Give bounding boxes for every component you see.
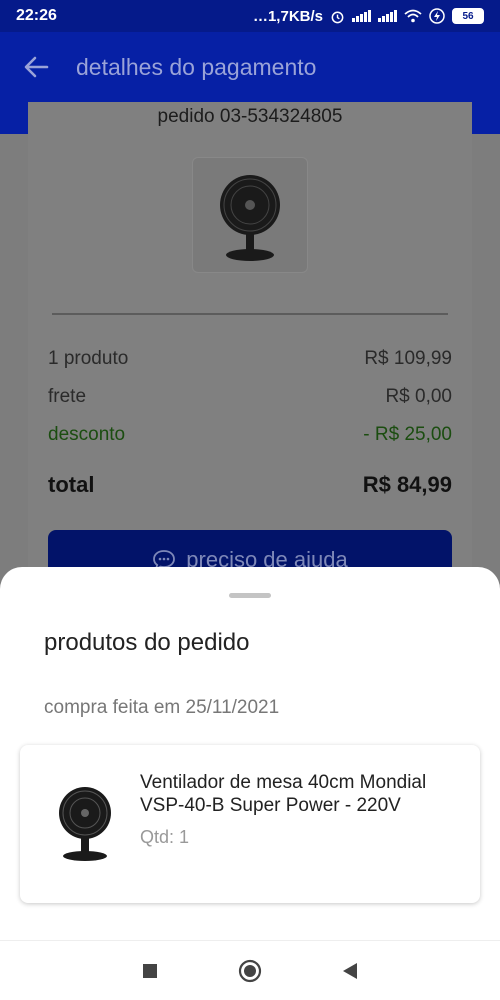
triangle-back-icon [343,962,357,979]
discount-label: desconto [48,424,126,445]
page-title: detalhes do pagamento [76,53,317,80]
purchase-date: compra feita em 25/11/2021 [44,697,280,718]
product-name: Ventilador de mesa 40cm Mondial VSP-40-B… [140,772,427,816]
products-bottom-sheet: produtos do pedido compra feita em 25/11… [0,567,500,940]
divider [52,313,448,315]
product-card[interactable]: Ventilador de mesa 40cm Mondial VSP-40-B… [20,745,480,903]
sheet-drag-handle[interactable] [229,593,271,598]
total-label: total [48,472,95,497]
total-value: R$ 84,99 [362,472,452,497]
signal-icon [352,10,371,22]
sheet-title: produtos do pedido [44,629,250,656]
square-icon [143,963,157,978]
product-quantity: Qtd: 1 [140,827,190,847]
home-button[interactable] [200,941,300,1000]
summary-total-row: total R$ 84,99 [48,472,452,498]
fan-image [59,787,111,861]
summary-products-row: 1 produto R$ 109,99 [48,348,452,370]
shipping-value: R$ 0,00 [385,386,452,407]
recents-button[interactable] [100,941,200,1000]
fan-image [220,175,280,261]
status-time: 22:26 [16,7,57,24]
products-label: 1 produto [48,348,129,369]
back-arrow-icon[interactable] [6,32,66,102]
nav-back-button[interactable] [300,941,400,1000]
summary-discount-row: desconto - R$ 25,00 [48,424,452,446]
charging-icon [429,8,445,24]
products-value: R$ 109,99 [364,348,452,369]
signal-icon-2 [378,10,397,22]
status-icons: …1,7KB/s 56 [253,8,484,25]
order-id: pedido 03-534324805 [157,106,343,127]
network-speed: …1,7KB/s [252,7,323,25]
order-card: pedido 03-534324805 1 produto R$ 109,99 … [28,102,472,622]
status-bar: 22:26 …1,7KB/s 56 [0,0,500,32]
summary-shipping-row: frete R$ 0,00 [48,386,452,408]
circle-icon [238,959,262,982]
discount-value: - R$ 25,00 [363,424,452,445]
system-nav-bar [0,940,500,1000]
shipping-label: frete [48,386,87,407]
battery-icon: 56 [452,8,484,24]
wifi-icon [404,9,422,23]
product-thumbnail [192,157,308,273]
alarm-icon [331,11,344,23]
